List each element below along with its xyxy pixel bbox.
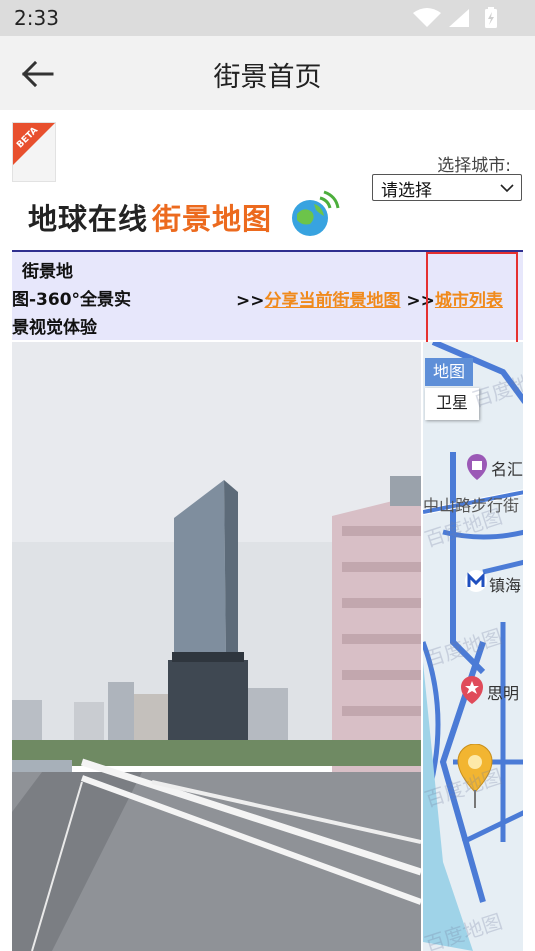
tagline-line3: 景视觉体验 — [12, 318, 97, 338]
battery-icon — [485, 7, 497, 28]
tagline-line1: 街景地 — [22, 262, 73, 282]
shopping-bag-icon — [465, 454, 489, 486]
status-icons — [409, 6, 519, 30]
share-link[interactable]: 分享当前街景地图 — [265, 291, 401, 311]
chevron-down-icon — [499, 178, 515, 198]
metro-icon — [465, 570, 487, 596]
web-content: BETA 选择城市: 请选择 地球在线 街景地图 街景地 图-360°全景实 景… — [12, 122, 523, 951]
globe-icon — [292, 190, 340, 236]
poi-label: 思明 — [487, 684, 520, 703]
status-bar: 2:33 — [0, 0, 535, 36]
logo-text-a: 地球在线 — [28, 202, 149, 236]
map-tab-map[interactable]: 地图 — [425, 358, 473, 386]
site-logo[interactable]: 地球在线 街景地图 — [28, 190, 348, 240]
page-title: 街景首页 — [213, 62, 322, 93]
landmark-pin-icon — [459, 676, 485, 710]
poi-label: 名汇 — [491, 460, 523, 479]
status-time: 2:33 — [14, 6, 59, 30]
street-view-panorama[interactable] — [12, 342, 421, 951]
city-select-label: 选择城市: — [437, 156, 511, 176]
wifi-icon — [413, 8, 441, 27]
city-select[interactable]: 请选择 — [372, 174, 522, 201]
highlight-box — [426, 252, 518, 344]
nav-strip: 街景地 图-360°全景实 景视觉体验 >>分享当前街景地图 >>城市列表 — [12, 250, 523, 344]
site-tagline: 街景地 图-360°全景实 景视觉体验 — [12, 258, 152, 342]
signal-icon — [449, 9, 469, 27]
logo-text-b: 街景地图 — [152, 202, 273, 236]
poi-label: 镇海 — [489, 576, 522, 595]
app-bar: 街景首页 — [0, 36, 535, 110]
street-view-area: 地图 卫星 名汇 中山路步行街 镇海 思明 百度地图 百度地图 百度地图 百度地… — [12, 342, 523, 951]
side-map[interactable]: 地图 卫星 名汇 中山路步行街 镇海 思明 百度地图 百度地图 百度地图 百度地… — [421, 342, 523, 951]
city-select-value: 请选择 — [381, 181, 432, 201]
beta-badge: BETA — [12, 122, 56, 182]
tagline-line2: 图-360°全景实 — [12, 290, 132, 310]
separator: >> — [236, 291, 265, 311]
